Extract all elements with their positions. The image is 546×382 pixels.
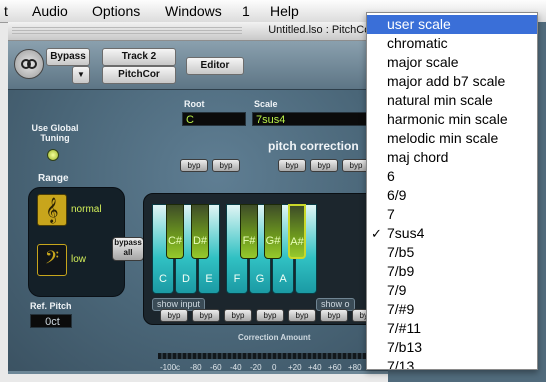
scale-option[interactable]: major add b7 scale <box>367 72 537 91</box>
scale-option[interactable]: 7/#9 <box>367 300 537 319</box>
scale-option[interactable]: harmonic min scale <box>367 110 537 129</box>
correction-amount-label: Correction Amount <box>238 333 311 342</box>
bass-clef-icon[interactable]: 𝄢 <box>37 244 67 276</box>
menu-item-windows[interactable]: Windows <box>165 3 222 19</box>
root-label: Root <box>184 99 205 109</box>
link-icon <box>21 59 37 69</box>
key-f-sharp[interactable]: F# <box>240 204 258 259</box>
menu-item-audio[interactable]: Audio <box>32 3 68 19</box>
scale-option[interactable]: major scale <box>367 53 537 72</box>
key-c-sharp[interactable]: C# <box>166 204 184 259</box>
scale-option[interactable]: natural min scale <box>367 91 537 110</box>
plugin-selector[interactable]: PitchCor <box>102 66 176 84</box>
editor-button[interactable]: Editor <box>186 57 244 75</box>
menu-item-1[interactable]: 1 <box>242 3 250 19</box>
bypass-button[interactable]: Bypass <box>46 48 90 66</box>
pitch-correction-label: pitch correction <box>268 139 359 153</box>
byp-button-8[interactable]: byp <box>224 309 252 322</box>
scale-option[interactable]: user scale <box>367 15 537 34</box>
plugin-header: Bypass ▼ Track 2 PitchCor Editor <box>8 41 388 90</box>
byp-button-10[interactable]: byp <box>288 309 316 322</box>
byp-button-9[interactable]: byp <box>256 309 284 322</box>
scale-option[interactable]: 6/9 <box>367 186 537 205</box>
byp-button-2[interactable]: byp <box>212 159 240 172</box>
global-tuning-led[interactable] <box>47 149 59 161</box>
menu-item-help[interactable]: Help <box>270 3 299 19</box>
key-d-sharp[interactable]: D# <box>191 204 209 259</box>
scale-option[interactable]: 7/#11 <box>367 319 537 338</box>
use-global-tuning-label: Use Global Tuning <box>31 123 79 143</box>
menu-item-options[interactable]: Options <box>92 3 140 19</box>
range-label: Range <box>38 173 69 184</box>
plugin-bottom-strip <box>8 371 388 374</box>
bypass-all-button[interactable]: bypass all <box>112 237 144 261</box>
correction-meter <box>158 353 388 359</box>
scale-option[interactable]: chromatic <box>367 34 537 53</box>
byp-button-11[interactable]: byp <box>320 309 348 322</box>
scale-option[interactable]: 7 <box>367 205 537 224</box>
scale-option-checked[interactable]: 7sus4 <box>367 224 537 243</box>
root-field[interactable]: C <box>182 112 246 126</box>
track-selector[interactable]: Track 2 <box>102 48 176 66</box>
scale-option[interactable]: melodic min scale <box>367 129 537 148</box>
menu-item-t[interactable]: t <box>4 3 8 19</box>
scale-dropdown-menu: user scale chromatic major scale major a… <box>366 12 538 370</box>
byp-button-1[interactable]: byp <box>180 159 208 172</box>
byp-button-4[interactable]: byp <box>310 159 338 172</box>
ref-pitch-label: Ref. Pitch <box>30 301 72 311</box>
range-low-label: low <box>71 254 87 265</box>
keyboard-panel: C D E F G A C# D# F# G# A# show input sh… <box>143 193 388 325</box>
scale-label: Scale <box>254 99 278 109</box>
titlebar-stripes <box>12 27 242 35</box>
scale-option[interactable]: 7/b5 <box>367 243 537 262</box>
key-a-sharp[interactable]: A# <box>288 204 306 259</box>
window-titlebar[interactable]: Untitled.lso : PitchCor <box>8 22 388 41</box>
range-normal-label: normal <box>71 204 102 215</box>
window-title: Untitled.lso : PitchCor <box>268 24 374 36</box>
scale-option[interactable]: 6 <box>367 167 537 186</box>
plugin-window: Untitled.lso : PitchCor Bypass ▼ Track 2… <box>8 22 388 374</box>
treble-clef-icon[interactable]: 𝄞 <box>37 194 67 226</box>
screenshot-frame: t Audio Options Windows 1 Help Untitled.… <box>0 0 546 382</box>
scale-option[interactable]: maj chord <box>367 148 537 167</box>
scale-option[interactable]: 7/b9 <box>367 262 537 281</box>
scale-option[interactable]: 7/9 <box>367 281 537 300</box>
scale-option[interactable]: 7/b13 <box>367 338 537 357</box>
link-button[interactable] <box>14 49 44 79</box>
byp-button-7[interactable]: byp <box>192 309 220 322</box>
scale-option[interactable]: 7/13 <box>367 357 537 369</box>
key-g-sharp[interactable]: G# <box>264 204 282 259</box>
bypass-dropdown-arrow[interactable]: ▼ <box>72 66 90 84</box>
byp-button-6[interactable]: byp <box>160 309 188 322</box>
byp-button-3[interactable]: byp <box>278 159 306 172</box>
ref-pitch-field[interactable]: 0ct <box>30 314 72 328</box>
pitch-corrector-plugin: Bypass ▼ Track 2 PitchCor Editor Root C … <box>8 41 388 374</box>
range-panel: 𝄞 normal 𝄢 low <box>28 187 125 297</box>
